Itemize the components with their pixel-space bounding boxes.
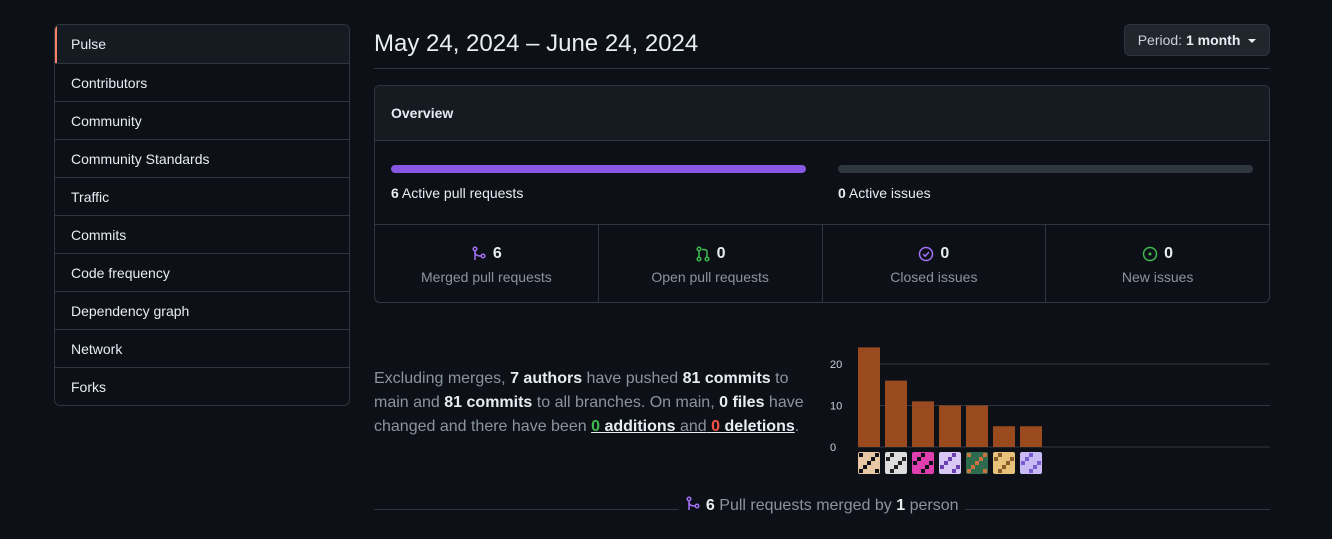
- summary-files: 0 files: [719, 394, 765, 411]
- merged-prs-label: Merged pull requests: [421, 269, 552, 285]
- y-tick-label: 10: [830, 401, 842, 413]
- summary-commits-all: 81 commits: [444, 394, 533, 411]
- overview-stats: 6 Merged pull requests 0 Open pull reque…: [375, 225, 1269, 302]
- sidebar-item-pulse[interactable]: Pulse: [55, 25, 349, 63]
- sidebar-item-forks[interactable]: Forks: [55, 367, 349, 405]
- open-prs-label: Open pull requests: [651, 269, 769, 285]
- header-divider: [374, 68, 1270, 69]
- summary-text: .: [794, 418, 800, 435]
- deletions-word: deletions: [724, 418, 795, 435]
- overview-box: Overview 6 Active pull requests 0 Active…: [374, 85, 1270, 303]
- footer-count: 6: [705, 497, 715, 514]
- chart-bar: [939, 405, 961, 447]
- active-prs-label[interactable]: 6 Active pull requests: [391, 185, 523, 201]
- sidebar-item-commits[interactable]: Commits: [55, 215, 349, 253]
- page-title: May 24, 2024 – June 24, 2024: [374, 30, 699, 57]
- author-avatar: [993, 452, 1015, 474]
- commits-by-author-chart: 0 10 20: [830, 347, 1270, 474]
- sidebar-item-network[interactable]: Network: [55, 329, 349, 367]
- summary-text: Excluding merges,: [374, 370, 506, 387]
- merged-prs-footer[interactable]: 6 Pull requests merged by 1 person: [374, 496, 1270, 515]
- overview-title: Overview: [375, 86, 1269, 141]
- summary-text: have pushed: [586, 370, 679, 387]
- period-dropdown-button[interactable]: Period: 1 month: [1124, 24, 1270, 56]
- stat-open-prs[interactable]: 0 Open pull requests: [597, 225, 822, 302]
- summary-commits-main: 81 commits: [682, 370, 771, 387]
- additions-word: additions: [604, 418, 676, 435]
- closed-issues-count: 0: [940, 245, 950, 262]
- closed-issues-label: Closed issues: [890, 269, 978, 285]
- summary-authors: 7 authors: [510, 370, 583, 387]
- commit-summary: Excluding merges, 7 authors have pushed …: [374, 367, 824, 439]
- summary-text: to all branches. On main,: [536, 394, 715, 411]
- footer-text: person: [909, 497, 959, 514]
- stat-merged-prs[interactable]: 6 Merged pull requests: [375, 225, 598, 302]
- new-issues-count: 0: [1164, 245, 1174, 262]
- active-issues-bar[interactable]: [838, 165, 1253, 173]
- period-prefix: Period:: [1137, 32, 1183, 48]
- footer-text: Pull requests merged by: [719, 497, 892, 514]
- active-issues-text: Active issues: [848, 185, 931, 201]
- active-issues-count: 0: [838, 185, 846, 201]
- sidebar-item-dependency-graph[interactable]: Dependency graph: [55, 291, 349, 329]
- git-pull-request-icon: [696, 246, 710, 262]
- chart-bar: [885, 380, 907, 447]
- stat-new-issues[interactable]: 0 New issues: [1045, 225, 1269, 302]
- sidebar-item-community[interactable]: Community: [55, 101, 349, 139]
- active-prs-bar-fill: [391, 165, 806, 173]
- git-merge-icon: [472, 246, 486, 260]
- sidebar-item-traffic[interactable]: Traffic: [55, 177, 349, 215]
- issue-opened-icon: [1142, 246, 1158, 262]
- chart-bar: [858, 347, 880, 447]
- deletions-count: 0: [711, 418, 721, 435]
- chart-bar: [993, 426, 1015, 447]
- sidebar-item-contributors[interactable]: Contributors: [55, 63, 349, 101]
- new-issues-label: New issues: [1121, 269, 1194, 285]
- sidebar-item-community-standards[interactable]: Community Standards: [55, 139, 349, 177]
- author-avatar: [885, 452, 907, 474]
- additions-count: 0: [591, 418, 600, 435]
- active-prs-count: 6: [391, 185, 399, 201]
- chart-bar: [1020, 426, 1042, 447]
- active-issues-label[interactable]: 0 Active issues: [838, 185, 931, 201]
- y-tick-label: 20: [830, 359, 842, 371]
- git-merge-icon: [686, 496, 701, 510]
- additions-deletions-link[interactable]: 0 additions and 0 deletions: [591, 418, 795, 435]
- y-tick-label: 0: [830, 442, 836, 454]
- overview-bars: 6 Active pull requests 0 Active issues: [375, 141, 1269, 225]
- merged-prs-count: 6: [492, 245, 502, 262]
- author-avatar: [939, 452, 961, 474]
- issue-closed-icon: [919, 246, 934, 262]
- active-prs-bar[interactable]: [391, 165, 806, 173]
- open-prs-count: 0: [716, 245, 726, 262]
- sidebar-item-code-frequency[interactable]: Code frequency: [55, 253, 349, 291]
- active-prs-text: Active pull requests: [401, 185, 524, 201]
- chart-bar: [912, 401, 934, 447]
- chart-bar: [966, 405, 988, 447]
- period-value: 1 month: [1185, 32, 1241, 48]
- sidebar: Pulse Contributors Community Community S…: [54, 24, 350, 406]
- footer-people-count: 1: [896, 497, 906, 514]
- stat-closed-issues[interactable]: 0 Closed issues: [821, 225, 1046, 302]
- caret-down-icon: [1248, 39, 1257, 44]
- summary-text: and: [680, 418, 707, 435]
